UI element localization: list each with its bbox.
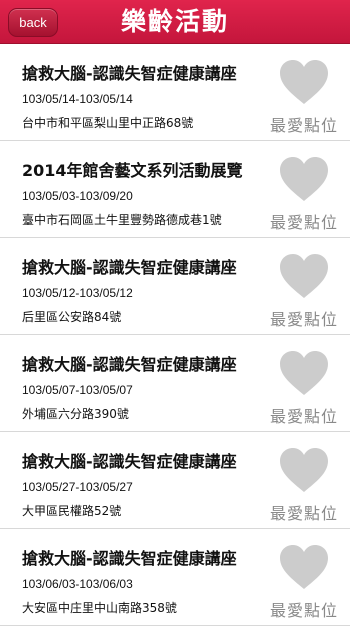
heart-icon: [280, 545, 328, 589]
favorite-button[interactable]: 最愛點位: [264, 541, 344, 621]
event-title: 搶救大腦-認識失智症健康講座: [22, 549, 237, 568]
favorite-label: 最愛點位: [269, 116, 338, 135]
heart-icon: [280, 157, 328, 201]
heart-icon: [280, 60, 328, 104]
event-address: 外埔區六分路390號: [22, 407, 129, 421]
list-item[interactable]: 搶救大腦-認識失智症健康講座 103/05/07-103/05/07 外埔區六分…: [0, 335, 350, 432]
event-title: 搶救大腦-認識失智症健康講座: [22, 64, 237, 83]
favorite-button[interactable]: 最愛點位: [264, 347, 344, 427]
favorite-button[interactable]: 最愛點位: [264, 153, 344, 233]
event-address: 大甲區民權路52號: [22, 504, 122, 518]
event-address: 后里區公安路84號: [22, 310, 122, 324]
event-title: 搶救大腦-認識失智症健康講座: [22, 355, 237, 374]
header-bar: back 樂齡活動: [0, 0, 350, 44]
event-address: 台中市和平區梨山里中正路68號: [22, 116, 194, 130]
favorite-label: 最愛點位: [269, 504, 338, 523]
event-title: 2014年館舍藝文系列活動展覽: [22, 161, 243, 180]
event-date: 103/06/03-103/06/03: [22, 577, 133, 591]
event-date: 103/05/12-103/05/12: [22, 286, 133, 300]
heart-icon: [280, 448, 328, 492]
favorite-button[interactable]: 最愛點位: [264, 250, 344, 330]
heart-icon: [280, 351, 328, 395]
favorite-label: 最愛點位: [269, 213, 338, 232]
event-date: 103/05/03-103/09/20: [22, 189, 133, 203]
heart-icon: [280, 254, 328, 298]
list-item[interactable]: 搶救大腦-認識失智症健康講座 103/06/03-103/06/03 大安區中庄…: [0, 529, 350, 626]
favorite-label: 最愛點位: [269, 601, 338, 620]
event-date: 103/05/27-103/05/27: [22, 480, 133, 494]
list-item[interactable]: 搶救大腦-認識失智症健康講座 103/05/14-103/05/14 台中市和平…: [0, 44, 350, 141]
page-title: 樂齡活動: [120, 7, 229, 36]
event-list: 搶救大腦-認識失智症健康講座 103/05/14-103/05/14 台中市和平…: [0, 44, 350, 626]
favorite-label: 最愛點位: [269, 407, 338, 426]
list-item[interactable]: 搶救大腦-認識失智症健康講座 103/05/12-103/05/12 后里區公安…: [0, 238, 350, 335]
favorite-button[interactable]: 最愛點位: [264, 56, 344, 136]
event-address: 臺中市石岡區土牛里豐勢路德成巷1號: [22, 213, 222, 227]
favorite-button[interactable]: 最愛點位: [264, 444, 344, 524]
event-address: 大安區中庄里中山南路358號: [22, 601, 177, 615]
event-title: 搶救大腦-認識失智症健康講座: [22, 258, 237, 277]
list-item[interactable]: 搶救大腦-認識失智症健康講座 103/05/27-103/05/27 大甲區民權…: [0, 432, 350, 529]
event-date: 103/05/07-103/05/07: [22, 383, 133, 397]
event-date: 103/05/14-103/05/14: [22, 92, 133, 106]
list-item[interactable]: 2014年館舍藝文系列活動展覽 103/05/03-103/09/20 臺中市石…: [0, 141, 350, 238]
event-title: 搶救大腦-認識失智症健康講座: [22, 452, 237, 471]
favorite-label: 最愛點位: [269, 310, 338, 329]
